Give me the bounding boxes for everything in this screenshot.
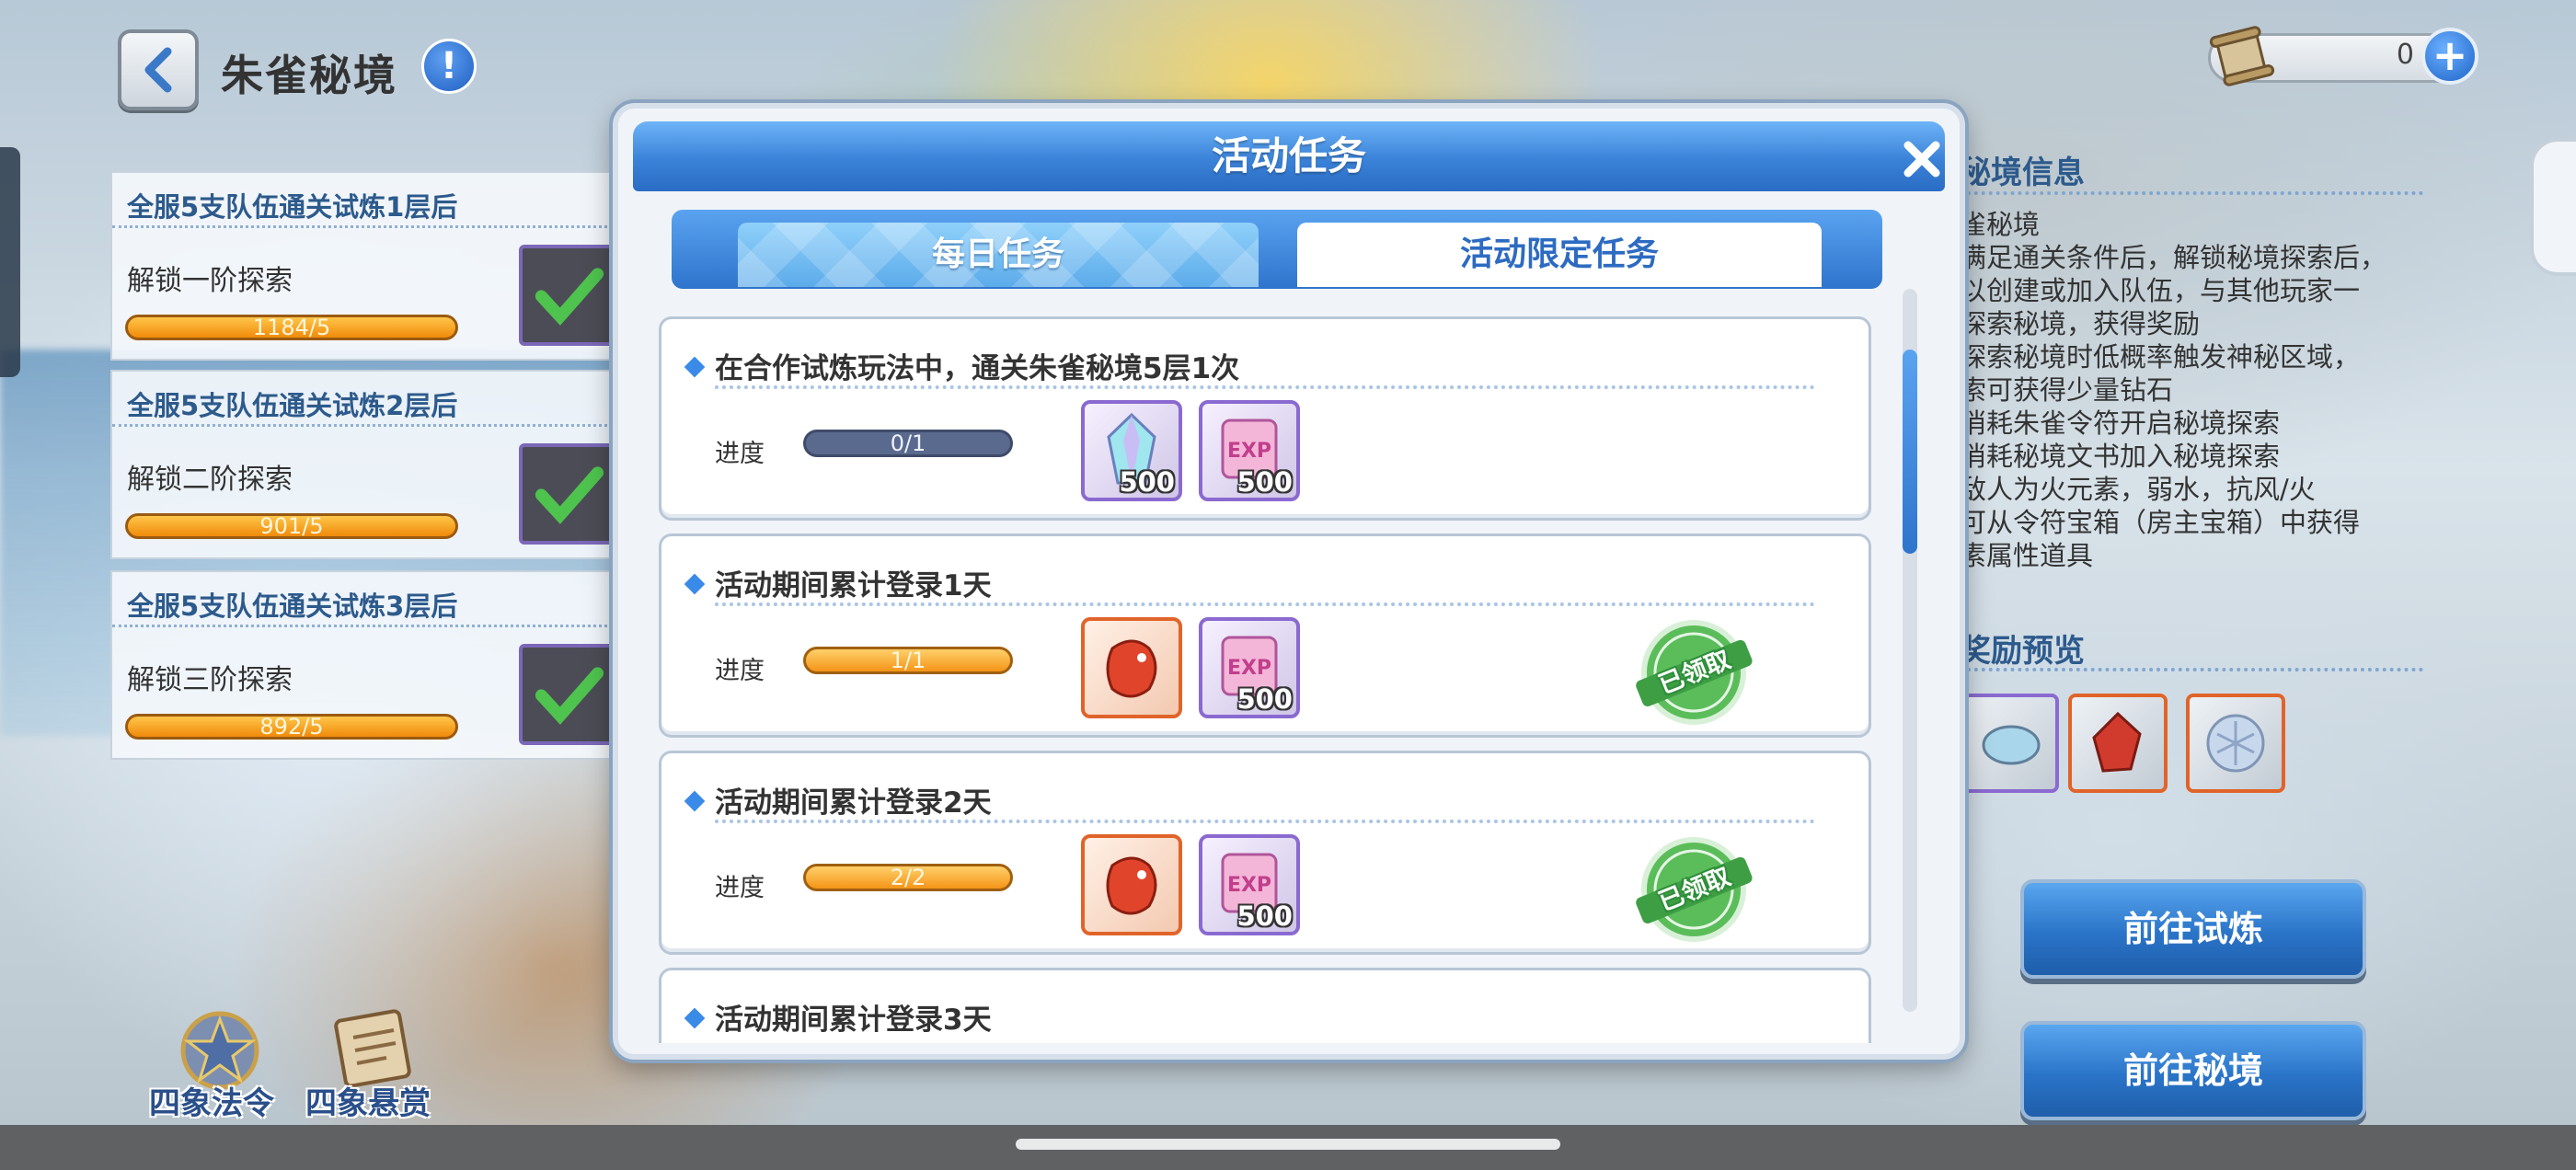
task-name: 在合作试炼玩法中，通关朱雀秘境5层1次 xyxy=(684,345,1239,386)
info-line: 雀秘境 xyxy=(1960,209,2041,240)
reward-slot[interactable]: EXP 500 xyxy=(1199,400,1300,501)
diamond-bullet-icon xyxy=(684,1007,706,1029)
divider xyxy=(715,820,1815,823)
reward-preview-title: 奖励预览 xyxy=(1960,633,2085,670)
divider xyxy=(715,602,1815,606)
check-scroll-icon xyxy=(519,245,620,346)
back-button[interactable] xyxy=(118,29,199,110)
info-line: 索可获得少量钻石 xyxy=(1960,374,2174,406)
scroll-document-icon xyxy=(2209,26,2275,86)
unlock-progress-bar: 901/5 xyxy=(125,513,458,539)
task-progress-bar: 0/1 xyxy=(803,430,1013,457)
unlock-card: 全服5支队伍通关试炼1层后 解锁一阶探索 1184/5 xyxy=(110,171,626,361)
task-name: 活动期间累计登录1天 xyxy=(684,562,992,603)
reward-preview-stone-icon[interactable] xyxy=(1960,694,2059,793)
task-name: 活动期间累计登录2天 xyxy=(684,779,992,820)
progress-label: 进度 xyxy=(715,657,765,685)
check-scroll-icon xyxy=(519,443,620,545)
unlock-condition: 全服5支队伍通关试炼2层后 xyxy=(112,372,624,427)
four-symbols-order-label[interactable]: 四象法令 xyxy=(149,1078,274,1123)
svg-text:EXP: EXP xyxy=(1227,440,1271,463)
activity-tasks-modal: 活动任务 每日任务 活动限定任务 在合作试炼玩法中，通关朱雀秘境5层1次 进度 … xyxy=(613,103,1965,1060)
task-progress-bar: 1/1 xyxy=(803,647,1013,674)
reward-slot[interactable]: 500 xyxy=(1081,400,1182,501)
task-item: 活动期间累计登录3天 xyxy=(659,968,1871,1043)
unlock-card: 全服5支队伍通关试炼2层后 解锁二阶探索 901/5 xyxy=(110,370,626,559)
diamond-bullet-icon xyxy=(684,573,706,595)
info-line: 敌人为火元素，弱水，抗风/火 xyxy=(1960,474,2316,505)
diamond-bullet-icon xyxy=(684,356,706,378)
left-edge-panel xyxy=(0,147,20,377)
close-button[interactable] xyxy=(1899,136,1945,182)
tab-daily-tasks[interactable]: 每日任务 xyxy=(738,223,1259,287)
check-scroll-icon xyxy=(519,644,620,745)
home-indicator[interactable] xyxy=(1016,1139,1560,1150)
progress-label: 进度 xyxy=(715,874,765,902)
divider xyxy=(1960,668,2423,671)
modal-title: 活动任务 xyxy=(1211,133,1366,178)
progress-label: 进度 xyxy=(715,440,765,468)
svg-text:EXP: EXP xyxy=(1227,874,1271,897)
reward-quantity: 500 xyxy=(1236,900,1293,932)
right-edge-tab[interactable] xyxy=(2530,138,2576,276)
page-title: 朱雀秘境 xyxy=(221,51,397,100)
go-realm-button[interactable]: 前往秘境 xyxy=(2020,1021,2366,1120)
go-trial-button[interactable]: 前往试炼 xyxy=(2020,879,2366,979)
task-list[interactable]: 在合作试炼玩法中，通关朱雀秘境5层1次 进度 0/1 500 EXP 500 活… xyxy=(646,289,1897,1043)
unlock-condition: 全服5支队伍通关试炼3层后 xyxy=(112,572,624,627)
info-line: 以创建或加入队伍，与其他玩家一 xyxy=(1960,275,2361,306)
unlock-card: 全服5支队伍通关试炼3层后 解锁三阶探索 892/5 xyxy=(110,570,626,760)
reward-preview-red-crystal-icon[interactable] xyxy=(2068,694,2168,793)
info-line: 满足通关条件后，解锁秘境探索后， xyxy=(1960,242,2387,273)
info-line: 可从令符宝箱（房主宝箱）中获得 xyxy=(1960,507,2361,538)
diamond-bullet-icon xyxy=(684,790,706,812)
info-line: 消耗朱雀令符开启秘境探索 xyxy=(1960,407,2281,439)
task-name: 活动期间累计登录3天 xyxy=(684,996,992,1038)
claimed-stamp: 已领取 xyxy=(1629,834,1758,945)
four-symbols-bounty-label[interactable]: 四象悬赏 xyxy=(305,1078,431,1123)
tab-limited-tasks[interactable]: 活动限定任务 xyxy=(1297,223,1822,287)
red-fish-icon xyxy=(1106,639,1157,698)
reward-quantity: 500 xyxy=(1119,466,1175,498)
reward-slot[interactable] xyxy=(1081,617,1182,718)
info-line: 素属性道具 xyxy=(1960,540,2094,571)
info-line: 探索秘境时低概率触发神秘区域， xyxy=(1960,341,2361,373)
currency-value: 0 xyxy=(2396,39,2414,71)
task-item: 活动期间累计登录2天 进度 2/2 EXP 500 已领取 xyxy=(659,751,1871,955)
info-icon[interactable]: ! xyxy=(421,39,477,94)
chevron-left-icon xyxy=(144,47,172,93)
unlock-label: 解锁三阶探索 xyxy=(127,664,293,696)
svg-text:EXP: EXP xyxy=(1227,657,1271,680)
red-fish-icon xyxy=(1106,856,1157,915)
reward-preview-shell-icon[interactable] xyxy=(2186,694,2285,793)
unlock-label: 解锁二阶探索 xyxy=(127,464,293,496)
divider xyxy=(1960,191,2423,195)
reward-quantity: 500 xyxy=(1236,466,1293,498)
reward-slot[interactable]: EXP 500 xyxy=(1199,617,1300,718)
reward-slot[interactable]: EXP 500 xyxy=(1199,834,1300,935)
scrollbar-thumb[interactable] xyxy=(1903,350,1917,554)
info-line: 探索秘境，获得奖励 xyxy=(1960,308,2201,339)
task-item: 在合作试炼玩法中，通关朱雀秘境5层1次 进度 0/1 500 EXP 500 xyxy=(659,316,1871,521)
reward-quantity: 500 xyxy=(1236,683,1293,715)
modal-header: 活动任务 xyxy=(633,121,1945,191)
unlock-condition: 全服5支队伍通关试炼1层后 xyxy=(112,173,624,228)
claimed-stamp: 已领取 xyxy=(1629,617,1758,728)
reward-slot[interactable] xyxy=(1081,834,1182,935)
task-progress-bar: 2/2 xyxy=(803,864,1013,891)
realm-info-text: 雀秘境 满足通关条件后，解锁秘境探索后， 以创建或加入队伍，与其他玩家一 探索秘… xyxy=(1960,208,2386,572)
info-line: 消耗秘境文书加入秘境探索 xyxy=(1960,441,2281,472)
add-currency-button[interactable]: + xyxy=(2421,28,2478,85)
unlock-label: 解锁一阶探索 xyxy=(127,265,293,297)
divider xyxy=(715,385,1815,389)
unlock-progress-bar: 1184/5 xyxy=(125,315,458,340)
close-icon xyxy=(1903,141,1940,178)
unlock-progress-bar: 892/5 xyxy=(125,714,458,740)
realm-info-title: 秘境信息 xyxy=(1960,155,2085,191)
task-item: 活动期间累计登录1天 进度 1/1 EXP 500 已领取 xyxy=(659,533,1871,738)
